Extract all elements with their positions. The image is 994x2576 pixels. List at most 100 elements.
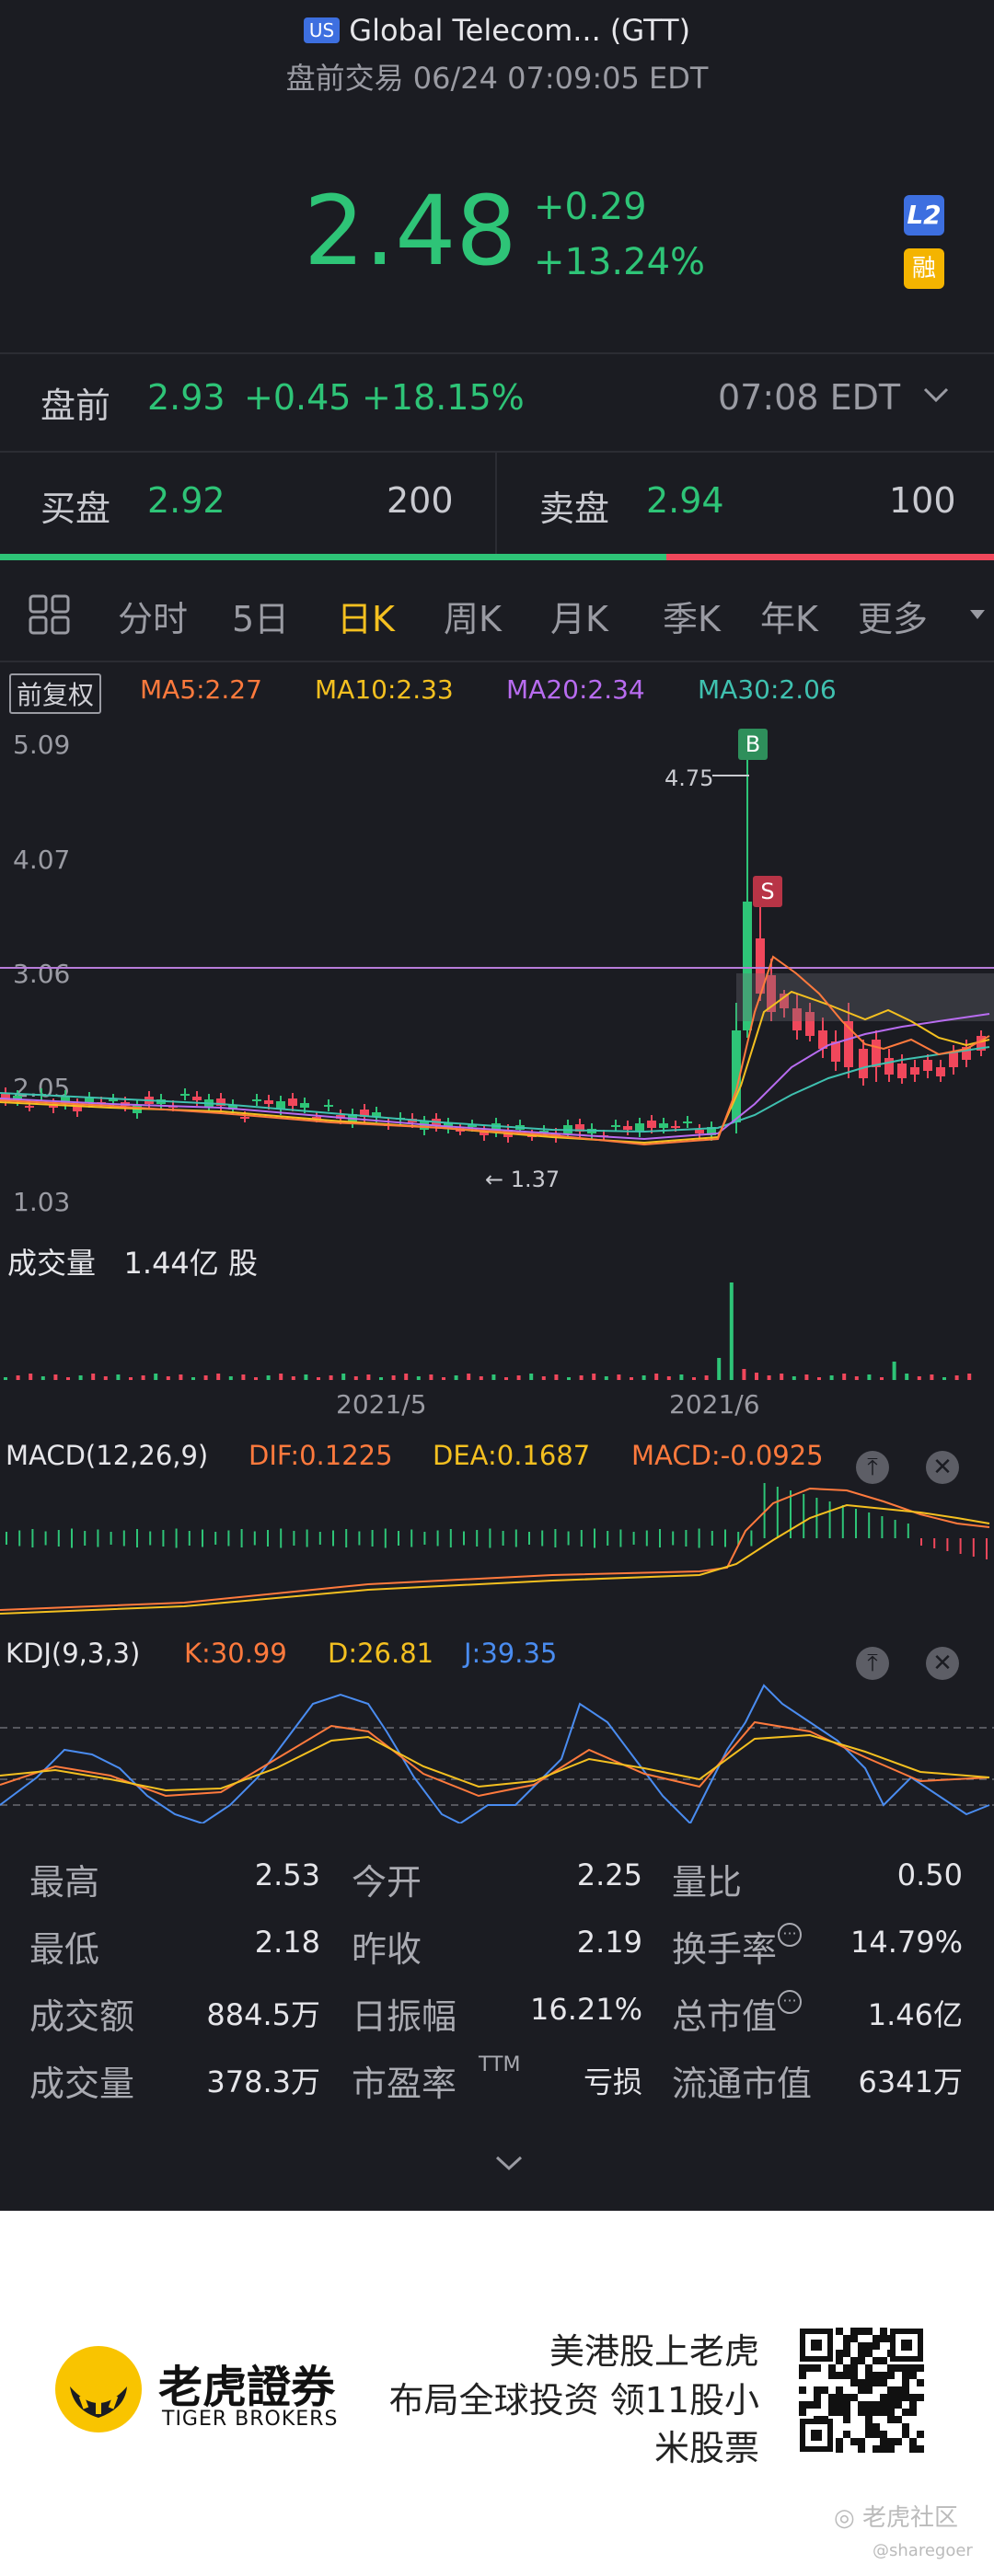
volume-bar bbox=[366, 1374, 371, 1380]
qr-module bbox=[836, 2372, 843, 2379]
qr-module bbox=[858, 2438, 865, 2445]
ask-label: 卖盘 bbox=[539, 489, 610, 529]
adjust-type-button[interactable]: 前复权 bbox=[9, 673, 102, 714]
candle-body bbox=[240, 1117, 249, 1119]
margin-badge[interactable]: 融 bbox=[904, 248, 944, 289]
candlestick-chart[interactable] bbox=[0, 718, 994, 1214]
macd-histogram-bar bbox=[776, 1487, 779, 1538]
macd-value: MACD:-0.0925 bbox=[631, 1440, 824, 1471]
qr-module bbox=[814, 2394, 821, 2401]
info-icon[interactable]: ··· bbox=[778, 1923, 802, 1947]
premarket-price: 2.93 bbox=[147, 377, 225, 418]
volume-bar bbox=[442, 1377, 445, 1380]
macd-histogram-bar bbox=[476, 1530, 479, 1547]
qr-module bbox=[850, 2364, 858, 2372]
stat-value: 16.21% bbox=[529, 1992, 642, 2027]
qr-module bbox=[873, 2409, 880, 2416]
macd-histogram-bar bbox=[920, 1538, 922, 1546]
sell-marker[interactable]: S bbox=[753, 876, 782, 907]
info-icon[interactable]: ··· bbox=[778, 1990, 802, 2014]
qr-module bbox=[917, 2394, 924, 2401]
macd-histogram-bar bbox=[345, 1529, 348, 1547]
tab-8[interactable]: 更多 bbox=[858, 591, 928, 641]
qr-module bbox=[858, 2379, 865, 2386]
macd-histogram-bar bbox=[18, 1530, 21, 1547]
qr-module bbox=[880, 2394, 887, 2401]
chevron-down-icon[interactable] bbox=[920, 381, 952, 412]
x-tick-label: 2021/6 bbox=[669, 1389, 760, 1420]
grid-icon[interactable] bbox=[28, 593, 72, 639]
qr-module bbox=[828, 2409, 836, 2416]
volume-bar bbox=[329, 1375, 333, 1380]
volume-bar bbox=[454, 1375, 458, 1380]
qr-module bbox=[880, 2357, 887, 2364]
qr-module bbox=[865, 2431, 873, 2438]
tab-3[interactable]: 日K bbox=[337, 591, 395, 641]
macd-histogram-bar bbox=[541, 1530, 544, 1547]
macd-histogram-bar bbox=[358, 1531, 361, 1546]
stat-label: 换手率 bbox=[672, 1929, 778, 1970]
buy-marker[interactable]: B bbox=[738, 729, 768, 760]
premarket-change: +0.45 bbox=[244, 377, 352, 418]
qr-module bbox=[917, 2379, 924, 2386]
qr-module bbox=[865, 2386, 873, 2394]
stat-value: 884.5万 bbox=[206, 1997, 320, 2032]
volume-bar bbox=[66, 1377, 70, 1380]
qr-module bbox=[887, 2416, 895, 2423]
macd-histogram-bar bbox=[828, 1501, 831, 1538]
macd-histogram-bar bbox=[202, 1529, 203, 1547]
macd-chart[interactable] bbox=[0, 1472, 994, 1628]
tab-1[interactable]: 分时 bbox=[118, 591, 188, 641]
qr-module bbox=[836, 2394, 843, 2401]
qr-module bbox=[873, 2431, 880, 2438]
volume-bar bbox=[141, 1375, 145, 1380]
volume-bar bbox=[942, 1377, 946, 1380]
macd-label: MACD(12,26,9) bbox=[6, 1440, 209, 1471]
qr-module bbox=[828, 2401, 836, 2409]
divider bbox=[0, 661, 994, 662]
volume-bar bbox=[592, 1374, 596, 1380]
macd-histogram-bar bbox=[97, 1529, 99, 1547]
qr-module bbox=[865, 2350, 873, 2357]
qr-module bbox=[909, 2401, 917, 2409]
volume-bar bbox=[654, 1374, 659, 1380]
volume-bar bbox=[780, 1374, 784, 1380]
kdj-chart[interactable] bbox=[0, 1667, 994, 1823]
stat-label: 量比 bbox=[672, 1862, 743, 1903]
macd-dif: DIF:0.1225 bbox=[248, 1440, 393, 1471]
qr-module bbox=[895, 2438, 902, 2445]
candle-body bbox=[611, 1125, 620, 1127]
expand-chevron-icon[interactable] bbox=[493, 2153, 525, 2177]
volume-chart[interactable] bbox=[0, 1270, 994, 1384]
candle-body bbox=[647, 1121, 656, 1128]
kdj-k: K:30.99 bbox=[184, 1638, 287, 1669]
qr-module bbox=[917, 2445, 924, 2453]
tab-5[interactable]: 月K bbox=[550, 591, 608, 641]
macd-histogram-bar bbox=[659, 1529, 661, 1547]
qr-module bbox=[828, 2364, 836, 2372]
qr-module bbox=[850, 2372, 858, 2379]
macd-histogram-bar bbox=[122, 1530, 125, 1547]
qr-module bbox=[865, 2416, 873, 2423]
tab-6[interactable]: 季K bbox=[663, 591, 721, 641]
divider bbox=[0, 451, 994, 453]
level2-badge[interactable]: L2 bbox=[904, 195, 944, 236]
volume-bar bbox=[504, 1377, 508, 1380]
premarket-time[interactable]: 07:08 EDT bbox=[718, 377, 900, 418]
premarket-change-pct: +18.15% bbox=[362, 377, 525, 418]
qr-module bbox=[909, 2364, 917, 2372]
qr-module bbox=[887, 2364, 895, 2372]
volume-bar bbox=[717, 1358, 722, 1380]
tab-7[interactable]: 年K bbox=[760, 591, 818, 641]
stat-value: 2.25 bbox=[576, 1857, 642, 1892]
tab-2[interactable]: 5日 bbox=[232, 591, 289, 641]
qr-module bbox=[814, 2364, 821, 2372]
more-dropdown-icon[interactable] bbox=[968, 607, 987, 625]
macd-histogram-bar bbox=[436, 1530, 439, 1547]
qr-module bbox=[865, 2423, 873, 2431]
macd-histogram-bar bbox=[986, 1538, 988, 1559]
price-change-pct: +13.24% bbox=[534, 241, 706, 283]
candle-body bbox=[324, 1105, 333, 1107]
macd-histogram-bar bbox=[567, 1531, 570, 1546]
tab-4[interactable]: 周K bbox=[444, 591, 502, 641]
